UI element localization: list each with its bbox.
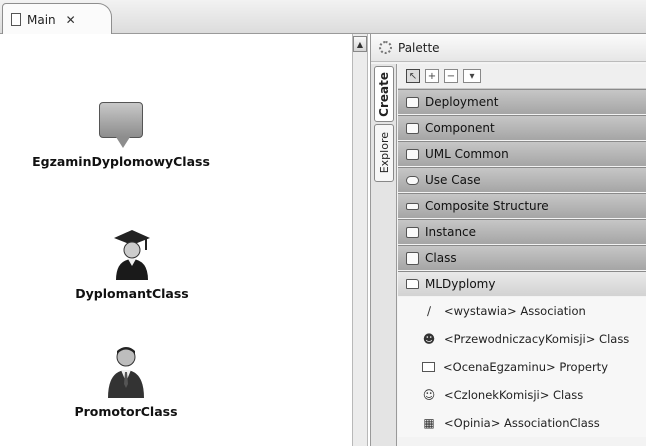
palette-entry-przewodniczacy[interactable]: ☻ <PrzewodniczacyKomisji> Class: [398, 325, 646, 353]
editor-tabbar: Main ✕: [0, 0, 646, 35]
comment-bubble-icon: [99, 102, 143, 148]
entry-label: <wystawia> Association: [444, 304, 586, 318]
association-class-icon: ▦: [423, 416, 435, 430]
drawer-class[interactable]: Class: [398, 245, 646, 271]
ellipse-icon: [406, 175, 419, 185]
drawer-composite-structure[interactable]: Composite Structure: [398, 193, 646, 219]
tab-create-label: Create: [377, 71, 391, 117]
drawer-component[interactable]: Component: [398, 115, 646, 141]
document-icon: [11, 13, 21, 26]
node-label: EgzaminDyplomowyClass: [32, 154, 210, 169]
palette-entry-wystawia[interactable]: ∕ <wystawia> Association: [398, 297, 646, 325]
note-dropdown-icon[interactable]: ▾: [463, 69, 481, 83]
drawer-label: Use Case: [425, 173, 481, 187]
zoom-out-icon[interactable]: −: [444, 69, 458, 83]
drawer-deployment[interactable]: Deployment: [398, 89, 646, 115]
palette-vertical-tabs: Create Explore: [371, 64, 397, 446]
drawer-label: UML Common: [425, 147, 509, 161]
entry-label: <PrzewodniczacyKomisji> Class: [444, 332, 630, 346]
tab-main[interactable]: Main ✕: [2, 3, 112, 35]
palette-icon: [379, 41, 392, 54]
palette-items: ↖ + − ▾ Deployment Component UML Common …: [398, 64, 646, 446]
drawer-label: Component: [425, 121, 495, 135]
association-line-icon: ∕: [426, 304, 432, 318]
entry-label: <OcenaEgzaminu> Property: [443, 360, 608, 374]
diagram-canvas[interactable]: EgzaminDyplomowyClass DyplomantClass Pro…: [0, 34, 350, 446]
palette-header[interactable]: Palette: [371, 34, 646, 62]
palette-entry-czlonek[interactable]: ☺ <CzlonekKomisji> Class: [398, 381, 646, 409]
zoom-in-icon[interactable]: +: [425, 69, 439, 83]
businessman-icon: [108, 347, 144, 398]
component-icon: [406, 122, 419, 134]
drawer-label: MLDyplomy: [425, 277, 496, 291]
scroll-up-icon[interactable]: ▲: [353, 36, 367, 52]
vertical-scrollbar[interactable]: ▲: [352, 34, 368, 446]
drawer-label: Deployment: [425, 95, 499, 109]
tab-create[interactable]: Create: [374, 66, 394, 122]
palette-toolbar: ↖ + − ▾: [398, 64, 646, 89]
tab-explore[interactable]: Explore: [374, 124, 394, 182]
drawer-instance[interactable]: Instance: [398, 219, 646, 245]
node-dyplomant[interactable]: DyplomantClass: [32, 228, 232, 301]
entry-label: <CzlonekKomisji> Class: [444, 388, 584, 402]
drawer-mldyplomy[interactable]: MLDyplomy: [398, 271, 646, 297]
close-icon[interactable]: ✕: [66, 13, 76, 27]
drawer-label: Class: [425, 251, 457, 265]
drawer-use-case[interactable]: Use Case: [398, 167, 646, 193]
select-arrow-icon[interactable]: ↖: [406, 69, 420, 83]
palette-panel: Palette Create Explore ↖ + − ▾ Deploymen…: [370, 34, 646, 446]
drawer-label: Composite Structure: [425, 199, 549, 213]
drawer-uml-common[interactable]: UML Common: [398, 141, 646, 167]
node-egzamin[interactable]: EgzaminDyplomowyClass: [6, 102, 236, 169]
rectangle-icon: [406, 202, 419, 210]
folder-open-icon: [406, 279, 419, 289]
tab-explore-label: Explore: [377, 132, 391, 174]
node-label: PromotorClass: [74, 404, 178, 419]
palette-title: Palette: [398, 40, 440, 55]
person-icon: ☻: [422, 332, 436, 346]
palette-entry-ocena[interactable]: <OcenaEgzaminu> Property: [398, 353, 646, 381]
node-label: DyplomantClass: [75, 286, 189, 301]
graduate-icon: [114, 230, 150, 280]
package-icon: [406, 148, 419, 160]
property-icon: [422, 362, 435, 372]
entry-label: <Opinia> AssociationClass: [444, 416, 600, 430]
drawer-label: Instance: [425, 225, 477, 239]
class-icon: [406, 251, 419, 265]
box-icon: [406, 96, 419, 108]
group-icon: ☺: [422, 388, 436, 402]
node-promotor[interactable]: PromotorClass: [26, 344, 226, 419]
palette-entry-opinia[interactable]: ▦ <Opinia> AssociationClass: [398, 409, 646, 437]
tab-main-label: Main: [27, 12, 56, 27]
instance-icon: [406, 226, 419, 238]
